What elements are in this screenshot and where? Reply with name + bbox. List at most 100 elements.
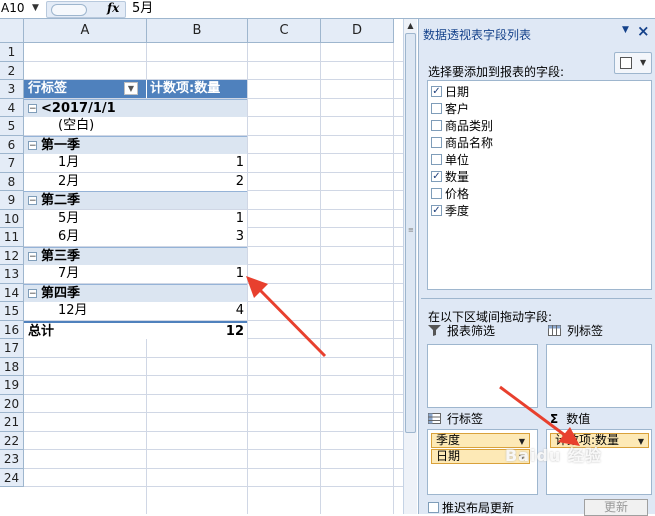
vertical-scrollbar[interactable]: ▲ ≡: [403, 19, 417, 514]
select-all-corner[interactable]: [0, 19, 24, 43]
gridline: [393, 43, 394, 514]
row-header[interactable]: 6: [0, 135, 24, 154]
scrollbar-thumb[interactable]: ≡: [405, 33, 416, 433]
row-header[interactable]: 8: [0, 172, 24, 191]
field-list[interactable]: ✓ 日期 客户商品类别 商品名称 单位 ✓ 数量 价格 ✓ 季度: [427, 80, 652, 290]
pivot-item-row[interactable]: (空白): [24, 117, 247, 135]
chevron-down-icon[interactable]: ▼: [622, 25, 629, 35]
pivot-group-row[interactable]: − <2017/1/1: [24, 98, 247, 117]
row-header[interactable]: 15: [0, 302, 24, 321]
column-header[interactable]: D: [321, 19, 394, 43]
field-item[interactable]: 价格: [431, 186, 469, 203]
gridline: [24, 486, 403, 487]
column-header[interactable]: B: [147, 19, 248, 43]
field-item[interactable]: 客户: [431, 101, 469, 118]
row-header[interactable]: 16: [0, 320, 24, 339]
defer-layout-update[interactable]: 推迟布局更新: [428, 501, 514, 515]
formula-size-handle[interactable]: [51, 4, 87, 16]
row-header[interactable]: 23: [0, 450, 24, 469]
row-header[interactable]: 20: [0, 394, 24, 413]
field-checkbox[interactable]: ✓: [431, 86, 442, 97]
collapse-icon[interactable]: −: [28, 103, 37, 113]
row-header[interactable]: 5: [0, 117, 24, 136]
chevron-down-icon: ▼: [640, 58, 647, 67]
column-header[interactable]: A: [24, 19, 147, 43]
pivot-group-row[interactable]: − 第三季: [24, 246, 247, 265]
field-checkbox[interactable]: ✓: [431, 171, 442, 182]
gridline: [24, 412, 403, 413]
pivot-group-row[interactable]: − 第二季: [24, 191, 247, 209]
total-value: 12: [225, 323, 244, 339]
row-label: 5月: [58, 210, 80, 226]
chevron-down-icon[interactable]: ▼: [638, 435, 644, 448]
row-header[interactable]: 21: [0, 413, 24, 432]
close-icon[interactable]: ×: [637, 22, 650, 40]
field-checkbox[interactable]: [431, 103, 442, 114]
pivot-item-row[interactable]: 2月 2: [24, 172, 247, 191]
pivot-item-row[interactable]: 5月 1: [24, 209, 247, 228]
filter-dropdown-icon[interactable]: ▼: [124, 82, 138, 95]
report-filter-drop-area[interactable]: [427, 344, 538, 408]
row-header[interactable]: 10: [0, 209, 24, 228]
field-item[interactable]: 单位: [431, 152, 469, 169]
collapse-icon[interactable]: −: [28, 140, 37, 150]
row-header[interactable]: 9: [0, 191, 24, 210]
row-header[interactable]: 12: [0, 246, 24, 265]
row-header[interactable]: 3: [0, 80, 24, 99]
row-header[interactable]: 1: [0, 43, 24, 62]
pivot-item-row[interactable]: 1月 1: [24, 154, 247, 172]
field-item[interactable]: ✓ 季度: [431, 203, 469, 220]
row-header[interactable]: 19: [0, 376, 24, 395]
column-labels-drop-area[interactable]: [546, 344, 652, 408]
row-header[interactable]: 4: [0, 98, 24, 117]
row-header[interactable]: 2: [0, 61, 24, 80]
layout-options-button[interactable]: ▼: [614, 52, 652, 74]
column-header[interactable]: C: [248, 19, 321, 43]
row-label: <2017/1/1: [41, 100, 116, 116]
field-checkbox[interactable]: ✓: [431, 205, 442, 216]
row-header[interactable]: 7: [0, 154, 24, 173]
row-header[interactable]: 13: [0, 265, 24, 284]
field-item[interactable]: 商品名称: [431, 135, 493, 152]
insert-function-icon[interactable]: fx: [107, 1, 119, 15]
formula-input[interactable]: 5月: [132, 0, 153, 17]
row-label: 第三季: [41, 248, 81, 264]
field-checkbox[interactable]: [431, 120, 442, 131]
row-header[interactable]: 24: [0, 468, 24, 487]
row-header[interactable]: 17: [0, 339, 24, 358]
collapse-icon[interactable]: −: [28, 288, 37, 298]
panel-title: 数据透视表字段列表: [423, 28, 532, 42]
row-label: 2月: [58, 173, 80, 189]
pivot-item-row[interactable]: 6月 3: [24, 228, 247, 246]
worksheet-grid[interactable]: ABCD 1 2 3 4 5 6 7 8 9 10 11 12 13 14 15 16 17 18 19 20 21 22…: [0, 19, 403, 514]
row-header[interactable]: 14: [0, 283, 24, 302]
field-label: 客户: [445, 102, 470, 116]
column-labels-icon: [548, 325, 561, 336]
field-checkbox[interactable]: [431, 188, 442, 199]
row-value: 1: [235, 210, 244, 226]
row-labels-header: 行标签: [28, 81, 68, 96]
pivot-group-row[interactable]: − 第四季: [24, 283, 247, 302]
row-header[interactable]: 18: [0, 357, 24, 376]
pivot-header-row[interactable]: 行标签 ▼ 计数项:数量: [24, 80, 247, 98]
scroll-up-icon[interactable]: ▲: [405, 20, 416, 32]
pivot-item-row[interactable]: 7月 1: [24, 265, 247, 283]
row-header[interactable]: 11: [0, 228, 24, 247]
collapse-icon[interactable]: −: [28, 251, 37, 261]
defer-checkbox[interactable]: [428, 502, 439, 513]
row-labels-icon: [428, 413, 441, 424]
row-label: 第二季: [41, 193, 81, 208]
update-button[interactable]: 更新: [584, 499, 648, 516]
field-item[interactable]: 商品类别: [431, 118, 493, 135]
pivot-total-row[interactable]: 总计 12: [24, 320, 247, 339]
panel-splitter[interactable]: [421, 298, 652, 305]
field-item[interactable]: ✓ 数量: [431, 169, 469, 186]
chevron-down-icon[interactable]: ▼: [32, 0, 39, 17]
pivot-item-row[interactable]: 12月 4: [24, 302, 247, 320]
row-header[interactable]: 22: [0, 431, 24, 450]
field-checkbox[interactable]: [431, 137, 442, 148]
collapse-icon[interactable]: −: [28, 196, 37, 206]
field-checkbox[interactable]: [431, 154, 442, 165]
pivot-group-row[interactable]: − 第一季: [24, 135, 247, 154]
field-item[interactable]: ✓ 日期: [431, 84, 469, 101]
